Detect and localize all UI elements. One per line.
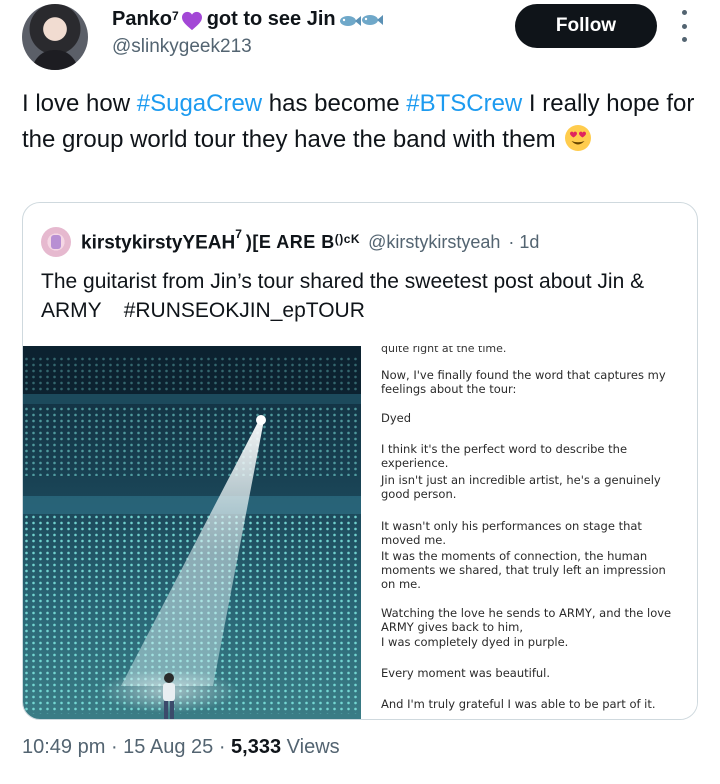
quoted-author-display-name: kirstykirstyYEAH xyxy=(81,232,236,254)
quoted-tweet-card[interactable]: kirstykirstyYEAH7 )[E ARE B()cK @kirstyk… xyxy=(22,202,698,720)
follow-button[interactable]: Follow xyxy=(515,4,657,48)
more-vertical-icon[interactable] xyxy=(676,10,692,42)
concert-photo[interactable] xyxy=(23,346,361,719)
quoted-tweet-age[interactable]: · 1d xyxy=(508,232,539,253)
quoted-author-superscript: 7 xyxy=(235,226,242,241)
author-name-suffix[interactable]: got to see Jin xyxy=(207,8,336,31)
letter-paragraph: Every moment was beautiful. xyxy=(381,666,551,680)
letter-screenshot[interactable]: quite right at the time. Now, I've final… xyxy=(365,346,697,719)
tweet-header: Panko 7 got to see Jin @slinkygeek213 Fol… xyxy=(22,0,698,78)
more-dot xyxy=(681,23,687,29)
letter-paragraph: And I'm truly grateful I was able to be … xyxy=(381,697,656,711)
letter-paragraph: Now, I've finally found the word that ca… xyxy=(381,368,666,396)
hashtag-sugacrew-link[interactable]: #SugaCrew xyxy=(137,90,262,117)
hashtag-btscrew-link[interactable]: #BTSCrew xyxy=(406,90,522,117)
more-dot xyxy=(681,37,687,42)
performer-figure xyxy=(163,673,175,719)
tweet-text: I love how #SugaCrew has become #BTSCrew… xyxy=(22,86,698,158)
spotlight-beam xyxy=(99,415,266,713)
quoted-author-name[interactable]: kirstykirstyYEAH7 xyxy=(81,226,242,254)
letter-paragraph: It was the moments of connection, the hu… xyxy=(381,549,666,591)
author-superscript: 7 xyxy=(172,8,179,23)
tweet-text-part1: I love how xyxy=(22,90,137,117)
author-avatar[interactable] xyxy=(22,4,88,70)
tweet-meta: 10:49 pm · 15 Aug 25 · 5,333 Views xyxy=(22,736,340,758)
avatar-figure xyxy=(32,50,78,70)
letter-cut-line: quite right at the time. xyxy=(381,346,507,355)
fish-icon xyxy=(339,14,383,26)
more-dot xyxy=(681,10,687,15)
quoted-author-handle[interactable]: @kirstykirstyeah xyxy=(368,232,500,253)
quoted-hashtag: #RUNSEOKJIN_epTOUR xyxy=(123,299,365,322)
author-name-line[interactable]: Panko 7 got to see Jin xyxy=(112,8,384,31)
tweet-time[interactable]: 10:49 pm xyxy=(22,736,105,758)
quoted-tweet-header: kirstykirstyYEAH7 )[E ARE B()cK @kirstyk… xyxy=(41,227,539,257)
quoted-author-name-decoration: )[E ARE B()cK xyxy=(246,232,360,253)
quoted-author-deco-c: cK xyxy=(343,231,361,246)
letter-paragraph: It wasn't only his performances on stage… xyxy=(381,519,642,547)
author-handle[interactable]: @slinkygeek213 xyxy=(112,36,252,58)
letter-paragraph: Dyed xyxy=(381,411,412,425)
author-display-name[interactable]: Panko xyxy=(112,8,172,31)
letter-paragraph: I was completely dyed in purple. xyxy=(381,635,569,649)
heart-eyes-emoji-icon xyxy=(565,125,592,151)
letter-paragraph: Jin isn't just an incredible artist, he'… xyxy=(381,473,661,501)
letter-paragraph: I think it's the perfect word to describ… xyxy=(381,442,628,470)
quoted-author-deco-a: )[E ARE B xyxy=(245,231,335,252)
views-label: Views xyxy=(286,736,340,758)
quoted-author-deco-b: () xyxy=(334,231,344,246)
views-count: 5,333 xyxy=(231,736,282,758)
tweet-text-part2: has become xyxy=(262,90,407,117)
tweet-date[interactable]: 15 Aug 25 xyxy=(123,736,213,758)
quoted-author-avatar[interactable] xyxy=(41,227,71,257)
purple-heart-icon xyxy=(181,11,202,30)
letter-paragraph: Watching the love he sends to ARMY, and … xyxy=(381,606,672,634)
quoted-tweet-text: The guitarist from Jin’s tour shared the… xyxy=(41,267,681,325)
